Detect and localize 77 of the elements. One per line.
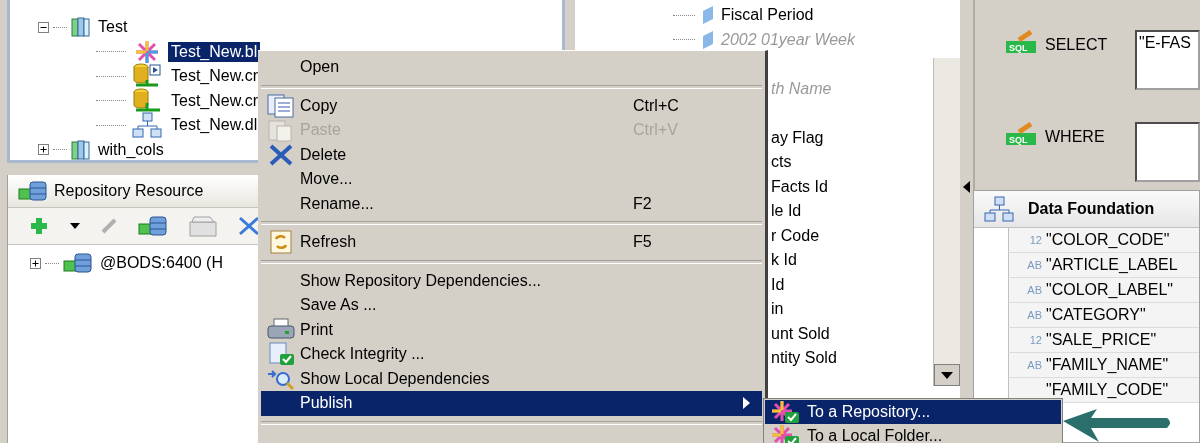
menu-item[interactable]: To a Repository... bbox=[765, 400, 1061, 424]
star-check-icon bbox=[769, 400, 801, 424]
database-icon bbox=[63, 252, 93, 275]
checked-document-icon bbox=[266, 342, 295, 367]
object-label[interactable]: in bbox=[771, 300, 784, 319]
expand-toggle[interactable] bbox=[38, 144, 49, 156]
object-label[interactable]: le Id bbox=[771, 202, 802, 221]
clause-label: SELECT bbox=[1045, 36, 1109, 54]
menu-item[interactable]: Save As ... bbox=[261, 293, 762, 318]
column-name[interactable]: "ARTICLE_LABEL bbox=[1046, 256, 1178, 274]
object-label[interactable]: r Code bbox=[771, 226, 820, 245]
menu-item[interactable]: Copy Ctrl+C bbox=[261, 93, 762, 118]
star-check-icon bbox=[769, 424, 801, 443]
cylinder-icon bbox=[132, 87, 162, 114]
menu-item[interactable]: Refresh F5 bbox=[261, 230, 762, 255]
column-name[interactable]: "COLOR_LABEL" bbox=[1046, 281, 1173, 299]
clipboard-icon bbox=[266, 118, 295, 143]
dimension-icon bbox=[701, 5, 715, 26]
tree-item-label[interactable]: with_cols bbox=[95, 139, 167, 160]
object-label[interactable]: ntity Sold bbox=[771, 349, 837, 368]
table-diagram-icon bbox=[984, 196, 1014, 222]
dimension-icon bbox=[701, 29, 715, 50]
expand-toggle[interactable] bbox=[30, 257, 41, 269]
object-label[interactable]: Fiscal Period bbox=[721, 6, 814, 25]
database-icon bbox=[138, 215, 168, 237]
panel-title: Data Foundation bbox=[1028, 200, 1155, 218]
column-name[interactable]: "CATEGORY" bbox=[1046, 306, 1146, 324]
tree-item-label[interactable]: @BODS:6400 (H bbox=[97, 253, 226, 274]
column-type: AB bbox=[1026, 359, 1042, 371]
menu-item[interactable]: Check Integrity ... bbox=[261, 342, 762, 367]
clause-label: WHERE bbox=[1045, 128, 1106, 146]
collapse-toggle[interactable] bbox=[38, 21, 49, 33]
tree-item[interactable]: Test_New.cr bbox=[168, 66, 262, 87]
binder-icon bbox=[71, 138, 91, 161]
column-name[interactable]: "FAMILY_NAME" bbox=[1046, 356, 1169, 374]
object-label[interactable]: ay Flag bbox=[771, 128, 824, 147]
column-type: AB bbox=[1026, 309, 1042, 321]
table-diagram-icon bbox=[132, 112, 162, 139]
scrollbar[interactable] bbox=[933, 58, 960, 386]
column-name[interactable]: "COLOR_CODE" bbox=[1046, 231, 1170, 249]
panel-title: Repository Resource bbox=[54, 182, 204, 200]
menu-item[interactable]: Show Repository Dependencies... bbox=[261, 268, 762, 293]
column-type: AB bbox=[1026, 259, 1042, 271]
column-name[interactable]: "SALE_PRICE" bbox=[1046, 331, 1157, 349]
menu-item[interactable]: Move... bbox=[261, 167, 762, 192]
column-type: AB bbox=[1026, 284, 1042, 296]
caret-icon bbox=[941, 371, 953, 379]
menu-item[interactable]: Rename... F2 bbox=[261, 191, 762, 216]
binder-icon bbox=[71, 16, 91, 39]
documents-icon bbox=[266, 93, 295, 118]
object-label[interactable]: k Id bbox=[771, 251, 797, 270]
menu-item[interactable]: Show Local Dependencies bbox=[261, 366, 762, 391]
clause-field[interactable] bbox=[1135, 122, 1200, 182]
object-label[interactable]: unt Sold bbox=[771, 324, 830, 343]
menu-item[interactable]: Open bbox=[261, 55, 762, 80]
collapse-arrow-icon[interactable] bbox=[963, 180, 970, 193]
printer-icon bbox=[266, 317, 295, 342]
menu-item[interactable]: Publish bbox=[261, 391, 762, 416]
clause-field[interactable]: "E-FAS bbox=[1135, 30, 1200, 90]
object-label[interactable]: cts bbox=[771, 153, 792, 172]
menu-item[interactable]: Print bbox=[261, 317, 762, 342]
database-icon bbox=[18, 180, 48, 202]
column-type: 12 bbox=[1028, 334, 1042, 346]
tree-item[interactable]: Test_New.dl bbox=[168, 115, 261, 136]
tree-item-label[interactable]: Test bbox=[95, 17, 131, 38]
object-label[interactable]: Facts Id bbox=[771, 177, 828, 196]
menu-item[interactable]: Delete bbox=[261, 142, 762, 167]
submenu-arrow-icon bbox=[743, 397, 750, 410]
tree-item[interactable]: Test_New.cr bbox=[168, 90, 262, 111]
column-type: 12 bbox=[1028, 234, 1042, 246]
scroll-down-button[interactable] bbox=[934, 364, 960, 386]
delete-icon[interactable] bbox=[238, 215, 260, 237]
cylinder-icon bbox=[132, 63, 162, 90]
tree-item[interactable]: Test_New.bl bbox=[168, 41, 261, 62]
menu-item[interactable]: To a Local Folder... bbox=[765, 424, 1061, 443]
object-label[interactable]: Id bbox=[771, 275, 785, 294]
caret-icon[interactable] bbox=[70, 223, 80, 229]
